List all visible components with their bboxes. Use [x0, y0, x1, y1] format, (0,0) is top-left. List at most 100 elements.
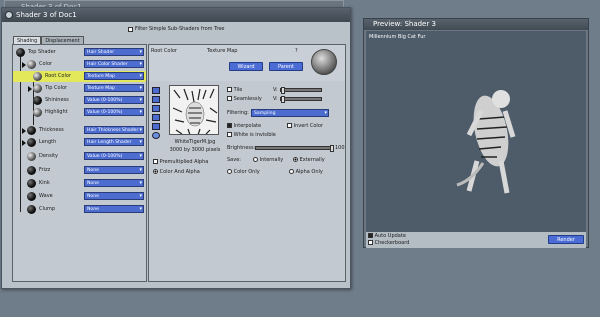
- preview-render-area[interactable]: Millennium Big Cat Fur: [366, 31, 586, 233]
- tree-dropdown[interactable]: None: [84, 205, 144, 213]
- filter-simple-checkbox-row[interactable]: Filter Simple Sub-Shaders from Tree: [128, 26, 225, 32]
- seamlessly-checkbox-row[interactable]: Seamlessly: [227, 96, 262, 102]
- tree-row-kink[interactable]: Kink None: [13, 178, 146, 189]
- alpha-only-radio[interactable]: [289, 169, 294, 174]
- save-externally-radio-row[interactable]: Externally: [293, 157, 325, 163]
- externally-label: Externally: [299, 157, 325, 163]
- tree-dropdown[interactable]: None: [84, 192, 144, 200]
- texture-thumbnail[interactable]: [169, 85, 219, 135]
- tree-row-top-shader[interactable]: Top Shader Hair Shader: [13, 47, 146, 58]
- white-invisible-checkbox-row[interactable]: White is invisible: [227, 132, 276, 138]
- tool-image-icon[interactable]: [152, 105, 160, 112]
- preview-controls: Auto Update Checkerboard Render: [366, 232, 586, 248]
- color-and-alpha-radio-row[interactable]: Color And Alpha: [153, 169, 200, 175]
- tree-dropdown[interactable]: Value (0-100%): [84, 152, 144, 160]
- premultiplied-checkbox-row[interactable]: Premultiplied Alpha: [153, 159, 208, 165]
- tree-dropdown[interactable]: Hair Length Shader: [84, 138, 144, 146]
- parent-button[interactable]: Parent: [269, 62, 303, 71]
- expand-arrow-icon[interactable]: [22, 128, 26, 134]
- tree-row-highlight[interactable]: Highlight Value (0-100%): [13, 107, 146, 118]
- internally-radio[interactable]: [253, 157, 258, 162]
- tree-dropdown[interactable]: None: [84, 166, 144, 174]
- internally-label: Internally: [259, 157, 284, 163]
- tree-label: Frizz: [39, 167, 51, 173]
- preview-title: Preview: Shader 3: [373, 20, 436, 28]
- texture-map-panel: Root Color Texture Map ? Wizard Parent W…: [148, 44, 346, 282]
- tree-row-clump[interactable]: Clump None: [13, 204, 146, 215]
- invert-color-checkbox-row[interactable]: Invert Color: [287, 123, 323, 129]
- tree-row-color[interactable]: Color Hair Color Shader: [13, 59, 146, 70]
- checkerboard-checkbox[interactable]: [368, 240, 373, 245]
- color-and-alpha-radio[interactable]: [153, 169, 158, 174]
- slider-thumb[interactable]: [281, 87, 285, 94]
- tool-reload-icon[interactable]: [152, 114, 160, 121]
- wizard-button[interactable]: Wizard: [229, 62, 263, 71]
- tree-dropdown[interactable]: Texture Map: [84, 72, 144, 80]
- expand-arrow-icon[interactable]: [28, 86, 32, 92]
- tree-row-shininess[interactable]: Shininess Value (0-100%): [13, 95, 146, 106]
- tree-dropdown[interactable]: Hair Shader: [84, 48, 144, 56]
- help-icon[interactable]: ?: [295, 48, 298, 54]
- save-internally-radio-row[interactable]: Internally: [253, 157, 283, 163]
- slider-thumb[interactable]: [330, 145, 334, 152]
- tree-dropdown[interactable]: Hair Color Shader: [84, 60, 144, 68]
- tree-label: Length: [39, 139, 57, 145]
- checkerboard-checkbox-row[interactable]: Checkerboard: [368, 240, 409, 246]
- filtering-dropdown[interactable]: Sampling: [251, 109, 329, 117]
- expand-arrow-icon[interactable]: [22, 62, 26, 68]
- filter-simple-checkbox[interactable]: [128, 26, 133, 32]
- interpolate-checkbox[interactable]: [227, 123, 232, 128]
- tree-dropdown[interactable]: Value (0-100%): [84, 96, 144, 104]
- render-button[interactable]: Render: [548, 235, 584, 244]
- alpha-only-radio-row[interactable]: Alpha Only: [289, 169, 323, 175]
- slider-thumb[interactable]: [281, 96, 285, 103]
- shader-node-icon: [27, 166, 36, 175]
- tile-checkbox[interactable]: [227, 87, 232, 92]
- tree-row-tip-color[interactable]: Tip Color Texture Map: [13, 83, 146, 94]
- shader-node-icon: [33, 84, 42, 93]
- root-color-label: Root Color: [151, 48, 177, 54]
- invert-color-checkbox[interactable]: [287, 123, 292, 128]
- tree-dropdown[interactable]: Hair Thickness Shader: [84, 126, 144, 134]
- brightness-slider[interactable]: [255, 145, 334, 152]
- tree-row-wave[interactable]: Wave None: [13, 191, 146, 202]
- tree-row-density[interactable]: Density Value (0-100%): [13, 151, 146, 162]
- tree-label: Thickness: [39, 127, 64, 133]
- preview-titlebar[interactable]: Preview: Shader 3: [364, 19, 588, 30]
- tree-dropdown[interactable]: Value (0-100%): [84, 108, 144, 116]
- tile-v-slider[interactable]: [280, 87, 322, 94]
- tool-edit-icon[interactable]: [152, 96, 160, 103]
- close-icon[interactable]: [5, 11, 13, 19]
- tool-info-icon[interactable]: [152, 132, 160, 139]
- auto-update-checkbox-row[interactable]: Auto Update: [368, 233, 406, 239]
- tree-dropdown[interactable]: None: [84, 179, 144, 187]
- externally-radio[interactable]: [293, 157, 298, 162]
- brightness-label: Brightness:: [227, 145, 256, 151]
- tree-dropdown[interactable]: Texture Map: [84, 84, 144, 92]
- tree-row-thickness[interactable]: Thickness Hair Thickness Shader: [13, 125, 146, 136]
- tree-label: Shininess: [45, 97, 69, 103]
- tool-load-icon[interactable]: [152, 87, 160, 94]
- color-only-radio[interactable]: [227, 169, 232, 174]
- auto-update-checkbox[interactable]: [368, 233, 373, 238]
- premultiplied-checkbox[interactable]: [153, 159, 158, 164]
- expand-arrow-icon[interactable]: [22, 140, 26, 146]
- interpolate-checkbox-row[interactable]: Interpolate: [227, 123, 261, 129]
- tree-row-frizz[interactable]: Frizz None: [13, 165, 146, 176]
- tree-row-length[interactable]: Length Hair Length Shader: [13, 137, 146, 148]
- tree-row-root-color[interactable]: Root Color Texture Map: [13, 71, 146, 82]
- tree-label: Tip Color: [45, 85, 68, 91]
- tree-label: Clump: [39, 206, 56, 212]
- seamlessly-checkbox[interactable]: [227, 96, 232, 101]
- seamless-v-slider[interactable]: [280, 96, 322, 103]
- shader-window-titlebar[interactable]: Shader 3 of Doc1: [2, 8, 350, 22]
- shader-node-icon: [27, 179, 36, 188]
- alpha-only-label: Alpha Only: [295, 169, 323, 175]
- tree-label: Root Color: [45, 73, 71, 79]
- texture-file-name: WhiteTigerM.jpg: [174, 139, 216, 145]
- white-invisible-checkbox[interactable]: [227, 132, 232, 137]
- tool-remove-icon[interactable]: [152, 123, 160, 130]
- color-only-radio-row[interactable]: Color Only: [227, 169, 260, 175]
- tile-checkbox-row[interactable]: Tile: [227, 87, 242, 93]
- color-and-alpha-label: Color And Alpha: [159, 169, 200, 175]
